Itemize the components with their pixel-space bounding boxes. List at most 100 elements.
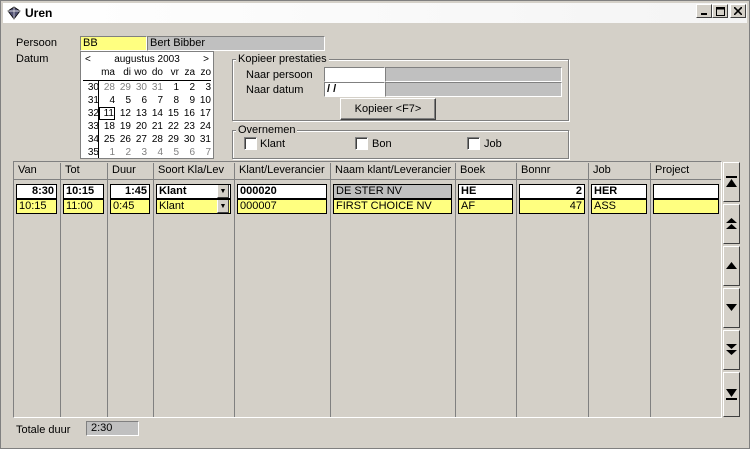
bon-checkbox-label: Bon [372, 138, 392, 150]
col-header-klant[interactable]: Klant/Leverancier [235, 163, 331, 179]
persoon-code-input[interactable]: BB [80, 36, 147, 51]
row2-boek[interactable]: AF [458, 199, 513, 214]
minimize-button[interactable] [696, 4, 712, 18]
arrow-up-icon [726, 262, 737, 269]
row1-soort-dropdown[interactable]: ▼ [217, 185, 229, 198]
calendar-day[interactable]: 3 [195, 81, 211, 94]
row2-bonnr[interactable]: 47 [519, 199, 585, 214]
calendar-day[interactable]: 2 [179, 81, 195, 94]
col-header-boek[interactable]: Boek [456, 163, 517, 179]
col-header-bonnr[interactable]: Bonnr [517, 163, 589, 179]
calendar-day[interactable]: 30 [179, 133, 195, 146]
calendar-day[interactable]: 28 [147, 133, 163, 146]
naar-datum-input[interactable]: / / [324, 82, 385, 97]
next-record-button[interactable] [723, 288, 740, 328]
calendar-day[interactable]: 5 [115, 94, 131, 107]
calendar-day[interactable]: 14 [147, 107, 163, 120]
date-calendar[interactable]: < augustus 2003 > ma di wo do vr za zo 30 28 29 30… [80, 51, 214, 159]
calendar-day[interactable]: 22 [163, 120, 179, 133]
calendar-day[interactable]: 26 [115, 133, 131, 146]
col-header-duur[interactable]: Duur [108, 163, 154, 179]
row1-klant[interactable]: 000020 [237, 184, 327, 199]
calendar-day[interactable]: 30 [131, 81, 147, 94]
calendar-day[interactable]: 18 [99, 120, 115, 133]
calendar-day[interactable]: 11 [99, 107, 115, 120]
row2-project[interactable] [653, 199, 719, 214]
col-header-soort[interactable]: Soort Kla/Lev [154, 163, 235, 179]
uren-grid[interactable]: Van Tot Duur Soort Kla/Lev Klant/Leveran… [13, 161, 722, 418]
row2-klant[interactable]: 000007 [237, 199, 327, 214]
col-header-job[interactable]: Job [589, 163, 651, 179]
calendar-day[interactable]: 19 [115, 120, 131, 133]
calendar-day[interactable]: 9 [179, 94, 195, 107]
calendar-day[interactable]: 29 [163, 133, 179, 146]
persoon-name-field: Bert Bibber [147, 36, 325, 51]
naar-persoon-input[interactable] [324, 67, 385, 82]
calendar-week-number: 30 [87, 82, 99, 93]
calendar-day[interactable]: 5 [163, 146, 179, 159]
calendar-day[interactable]: 7 [147, 94, 163, 107]
calendar-day[interactable]: 1 [99, 146, 115, 159]
close-icon [734, 7, 742, 15]
calendar-day[interactable]: 3 [131, 146, 147, 159]
calendar-day[interactable]: 21 [147, 120, 163, 133]
col-header-tot[interactable]: Tot [61, 163, 108, 179]
calendar-day[interactable]: 31 [147, 81, 163, 94]
minimize-icon [701, 13, 707, 15]
row2-van[interactable]: 10:15 [16, 199, 57, 214]
page-up-button[interactable] [723, 204, 740, 244]
row1-bonnr[interactable]: 2 [519, 184, 585, 199]
klant-checkbox-label: Klant [260, 138, 286, 150]
row1-project[interactable] [653, 184, 719, 199]
calendar-day[interactable]: 28 [99, 81, 115, 94]
col-header-van[interactable]: Van [14, 163, 61, 179]
last-record-button[interactable] [723, 372, 740, 417]
calendar-day[interactable]: 4 [147, 146, 163, 159]
calendar-day[interactable]: 10 [195, 94, 211, 107]
row1-tot[interactable]: 10:15 [63, 184, 104, 199]
col-header-project[interactable]: Project [651, 163, 721, 179]
calendar-day[interactable]: 2 [115, 146, 131, 159]
calendar-day[interactable]: 23 [179, 120, 195, 133]
kopieer-button[interactable]: Kopieer <F7> [340, 98, 436, 120]
calendar-day[interactable]: 20 [131, 120, 147, 133]
close-button[interactable] [730, 4, 746, 18]
calendar-prev-button[interactable]: < [85, 54, 91, 65]
calendar-day[interactable]: 24 [195, 120, 211, 133]
calendar-day[interactable]: 4 [99, 94, 115, 107]
row1-duur[interactable]: 1:45 [110, 184, 150, 199]
first-icon [726, 176, 737, 187]
row1-boek[interactable]: HE [458, 184, 513, 199]
calendar-day[interactable]: 15 [163, 107, 179, 120]
calendar-day[interactable]: 1 [163, 81, 179, 94]
calendar-day[interactable]: 13 [131, 107, 147, 120]
calendar-day[interactable]: 31 [195, 133, 211, 146]
klant-checkbox[interactable] [244, 137, 257, 150]
calendar-day[interactable]: 6 [131, 94, 147, 107]
page-down-button[interactable] [723, 330, 740, 370]
col-header-naam[interactable]: Naam klant/Leverancier [331, 163, 456, 179]
calendar-day[interactable]: 27 [131, 133, 147, 146]
bon-checkbox[interactable] [355, 137, 368, 150]
first-record-button[interactable] [723, 162, 740, 202]
calendar-day[interactable]: 8 [163, 94, 179, 107]
calendar-day[interactable]: 25 [99, 133, 115, 146]
calendar-day[interactable]: 6 [179, 146, 195, 159]
title-bar[interactable]: Uren [3, 3, 747, 23]
job-checkbox[interactable] [467, 137, 480, 150]
calendar-day[interactable]: 7 [195, 146, 211, 159]
row2-tot[interactable]: 11:00 [63, 199, 104, 214]
row2-soort-dropdown[interactable]: ▼ [217, 200, 229, 213]
previous-record-button[interactable] [723, 246, 740, 286]
calendar-week-number: 32 [87, 108, 99, 119]
row1-job[interactable]: HER [591, 184, 647, 199]
calendar-day[interactable]: 29 [115, 81, 131, 94]
calendar-day[interactable]: 17 [195, 107, 211, 120]
calendar-day[interactable]: 16 [179, 107, 195, 120]
row2-duur[interactable]: 0:45 [110, 199, 150, 214]
row2-job[interactable]: ASS [591, 199, 647, 214]
calendar-day[interactable]: 12 [115, 107, 131, 120]
row1-van[interactable]: 8:30 [16, 184, 57, 199]
maximize-button[interactable] [712, 4, 728, 18]
calendar-next-button[interactable]: > [203, 54, 209, 65]
